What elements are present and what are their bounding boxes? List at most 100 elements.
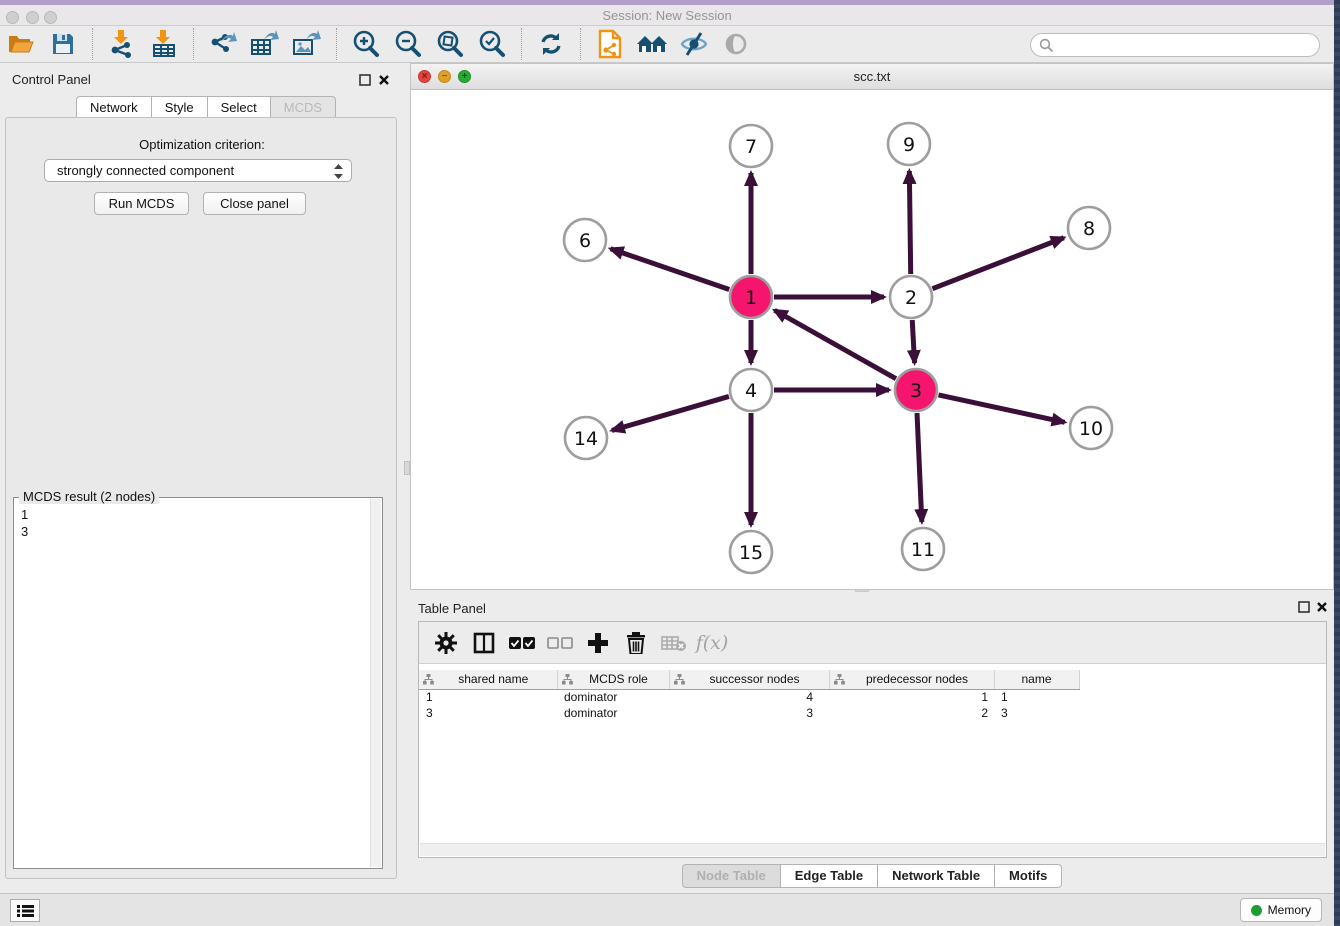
- criterion-value: strongly connected component: [57, 163, 234, 178]
- table-cell[interactable]: 3: [994, 705, 1079, 721]
- zoom-fit-icon[interactable]: [433, 27, 467, 61]
- refresh-icon[interactable]: [534, 27, 568, 61]
- network-window: × − + scc.txt 7968124314101511: [410, 63, 1334, 590]
- graph-node-label: 7: [745, 136, 757, 158]
- table-cell[interactable]: dominator: [557, 689, 669, 705]
- table-cell[interactable]: 2: [829, 705, 994, 721]
- column-header-name[interactable]: name: [994, 670, 1079, 689]
- network-file-icon[interactable]: [593, 27, 627, 61]
- add-column-icon[interactable]: [583, 628, 613, 658]
- graph-edge-2-9[interactable]: [909, 171, 910, 274]
- tab-motifs[interactable]: Motifs: [995, 864, 1062, 888]
- zoom-selected-icon[interactable]: [475, 27, 509, 61]
- select-all-checkboxes-icon[interactable]: [507, 628, 537, 658]
- graph-edge-1-6[interactable]: [611, 249, 730, 290]
- node-table[interactable]: shared name MCDS role successor nodes prede…: [419, 670, 1080, 721]
- deselect-all-checkboxes-icon[interactable]: [545, 628, 575, 658]
- function-builder-icon: f(x): [697, 628, 727, 658]
- mcds-result-scrollbar[interactable]: [370, 499, 381, 867]
- export-table-icon[interactable]: [248, 27, 282, 61]
- graph-node-label: 11: [911, 539, 935, 561]
- mcds-result-title: MCDS result (2 nodes): [19, 489, 159, 504]
- eye-icon: [719, 27, 753, 61]
- control-panel: Control Panel Network Style Select MCDS …: [0, 63, 404, 893]
- gear-icon[interactable]: [431, 628, 461, 658]
- close-panel-icon[interactable]: [378, 73, 390, 85]
- toolbar-separator: [193, 28, 194, 60]
- table-row[interactable]: 1dominator411: [419, 689, 1079, 705]
- save-session-icon[interactable]: [46, 27, 80, 61]
- memory-status-icon: [1251, 905, 1262, 916]
- hierarchy-icon: [674, 674, 685, 685]
- table-tabs: Node Table Edge Table Network Table Moti…: [410, 864, 1334, 888]
- graph-node-label: 8: [1083, 218, 1095, 240]
- column-header-successor-nodes[interactable]: successor nodes: [669, 670, 829, 689]
- column-header-MCDS-role[interactable]: MCDS role: [557, 670, 669, 689]
- tab-node-table[interactable]: Node Table: [682, 864, 781, 888]
- houses-icon[interactable]: [635, 27, 669, 61]
- table-hscrollbar[interactable]: [420, 843, 1325, 856]
- table-cell[interactable]: 1: [419, 689, 557, 705]
- window-title: Session: New Session: [0, 8, 1334, 23]
- table-row[interactable]: 3dominator323: [419, 705, 1079, 721]
- graph-node-label: 3: [910, 380, 922, 402]
- column-header-label: predecessor nodes: [845, 672, 990, 686]
- table-cell[interactable]: 3: [669, 705, 829, 721]
- graph-edge-3-1[interactable]: [775, 310, 896, 378]
- table-cell[interactable]: 1: [994, 689, 1079, 705]
- float-panel-icon[interactable]: [359, 73, 371, 85]
- import-table-icon[interactable]: [147, 27, 181, 61]
- toolbar-separator: [580, 28, 581, 60]
- zoom-in-icon[interactable]: [349, 27, 383, 61]
- table-cell[interactable]: dominator: [557, 705, 669, 721]
- graph-edge-2-8[interactable]: [932, 238, 1063, 289]
- column-header-shared-name[interactable]: shared name: [419, 670, 557, 689]
- hide-eye-icon[interactable]: [677, 27, 711, 61]
- graph-edge-4-14[interactable]: [612, 396, 729, 430]
- mcds-result-lines[interactable]: 1 3: [21, 506, 28, 540]
- open-file-icon[interactable]: [4, 27, 38, 61]
- tab-network-table[interactable]: Network Table: [878, 864, 995, 888]
- graph-edge-3-11[interactable]: [917, 413, 922, 522]
- tab-edge-table[interactable]: Edge Table: [781, 864, 878, 888]
- graph-node-label: 15: [739, 542, 763, 564]
- list-icon: [17, 904, 34, 918]
- float-table-panel-icon[interactable]: [1298, 600, 1310, 612]
- toolbar-separator: [521, 28, 522, 60]
- desktop-edge-right: [1334, 0, 1340, 926]
- app-window: Session: New Session: [0, 0, 1334, 926]
- task-history-button[interactable]: [10, 899, 40, 922]
- network-graph[interactable]: 7968124314101511: [411, 90, 1333, 589]
- close-table-panel-icon[interactable]: [1316, 600, 1328, 612]
- status-bar: Memory: [0, 893, 1334, 926]
- run-mcds-button[interactable]: Run MCDS: [94, 192, 189, 215]
- export-image-icon[interactable]: [290, 27, 324, 61]
- delete-table-icon: [659, 628, 689, 658]
- import-network-icon[interactable]: [105, 27, 139, 61]
- column-header-label: MCDS role: [573, 672, 665, 686]
- column-header-predecessor-nodes[interactable]: predecessor nodes: [829, 670, 994, 689]
- column-header-label: name: [999, 672, 1075, 686]
- criterion-select[interactable]: strongly connected component: [44, 159, 352, 182]
- delete-column-icon[interactable]: [621, 628, 651, 658]
- hierarchy-icon: [834, 674, 845, 685]
- column-header-label: shared name: [434, 672, 553, 686]
- table-cell[interactable]: 3: [419, 705, 557, 721]
- zoom-out-icon[interactable]: [391, 27, 425, 61]
- network-window-titlebar[interactable]: × − + scc.txt: [411, 64, 1333, 90]
- graph-edge-3-10[interactable]: [938, 395, 1064, 422]
- network-canvas[interactable]: 7968124314101511: [411, 90, 1333, 589]
- graph-node-label: 4: [745, 380, 757, 402]
- graph-edge-2-3[interactable]: [912, 320, 914, 363]
- close-panel-button[interactable]: Close panel: [203, 192, 306, 215]
- network-title: scc.txt: [411, 69, 1333, 84]
- control-panel-title: Control Panel: [12, 72, 91, 87]
- export-network-icon[interactable]: [206, 27, 240, 61]
- split-columns-icon[interactable]: [469, 628, 499, 658]
- graph-node-label: 1: [745, 287, 757, 309]
- memory-button[interactable]: Memory: [1240, 898, 1322, 922]
- hierarchy-icon: [423, 674, 434, 685]
- search-input[interactable]: [1030, 33, 1320, 57]
- table-cell[interactable]: 4: [669, 689, 829, 705]
- table-cell[interactable]: 1: [829, 689, 994, 705]
